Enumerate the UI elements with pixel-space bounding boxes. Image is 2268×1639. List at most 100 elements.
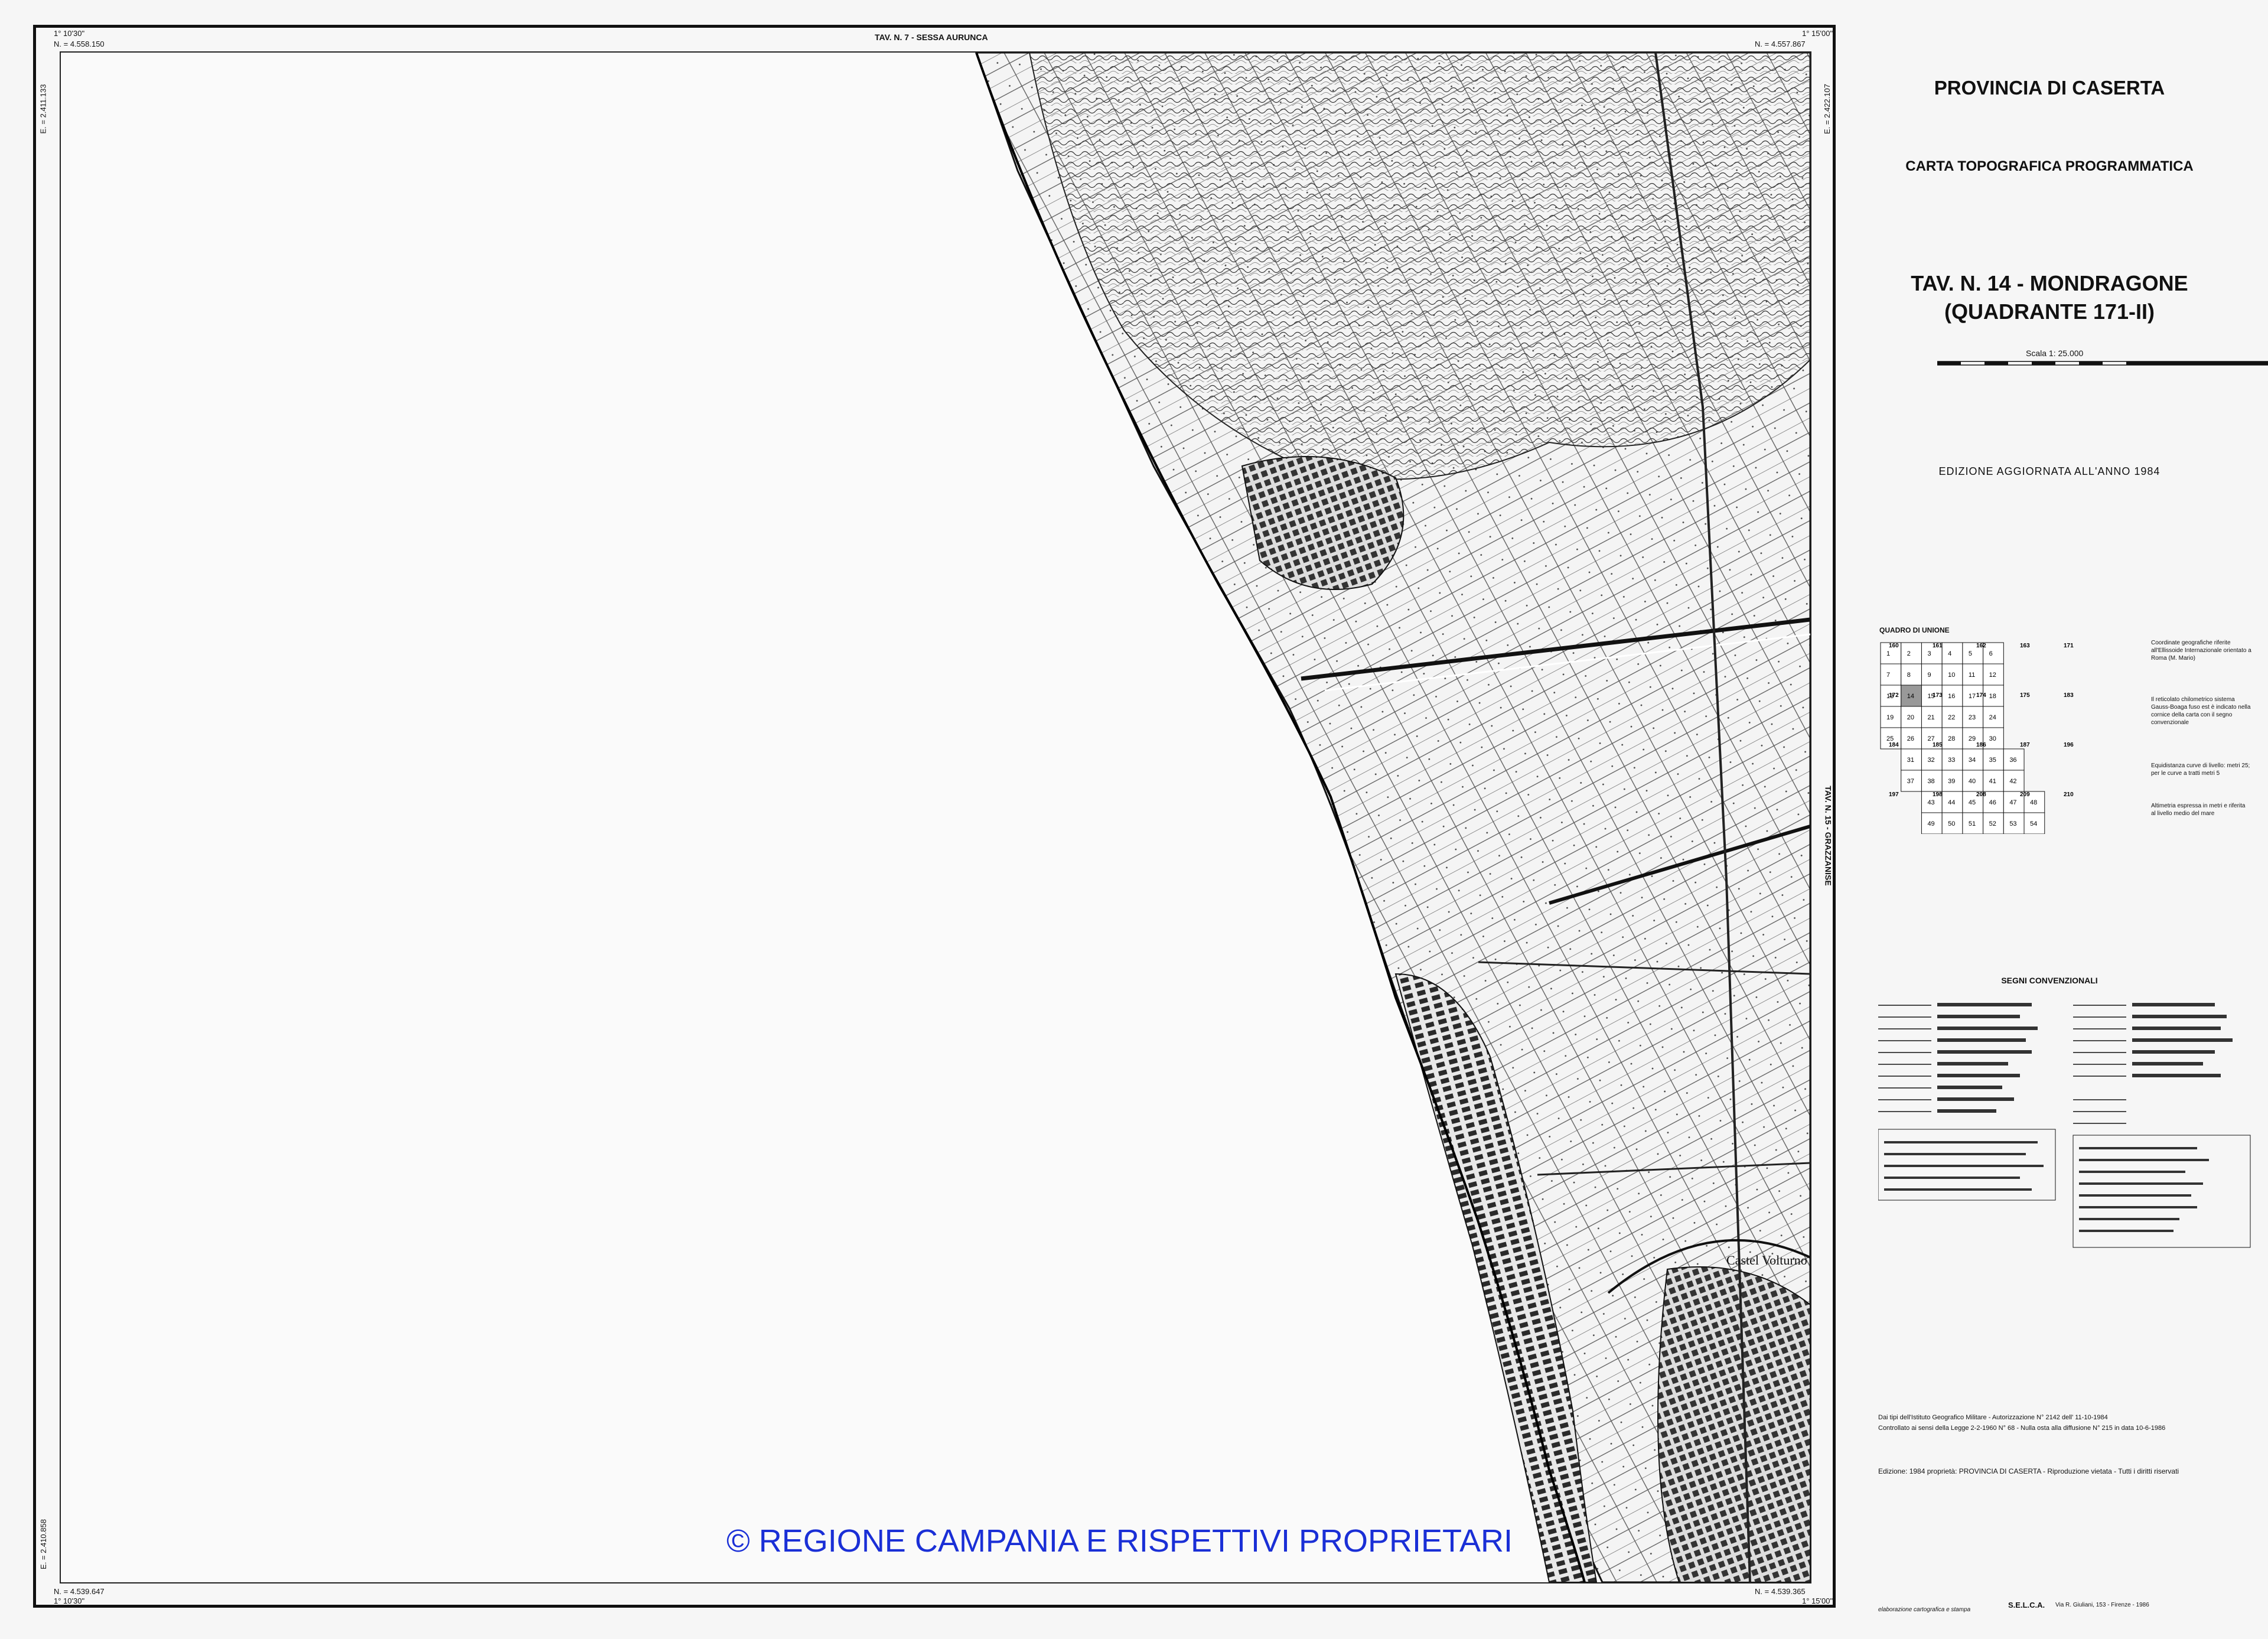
- quadro-cell-label: 48: [2030, 799, 2037, 806]
- credit-igm: Dai tipi dell'Istituto Geografico Milita…: [1878, 1414, 2108, 1421]
- quadro-cell-label: 10: [1948, 672, 1955, 679]
- quadro-cell-label: 1: [1886, 650, 1890, 657]
- credit-law: Controllato ai sensi della Legge 2-2-196…: [1878, 1425, 2166, 1432]
- quadro-sheet-label: 173: [1933, 692, 1943, 699]
- quadro-cell-label: 50: [1948, 820, 1955, 827]
- elaboration-note: elaborazione cartografica e stampa: [1878, 1607, 1971, 1613]
- quadro-sheet-label: 187: [2020, 742, 2030, 748]
- castel-volturno-area: [1657, 1266, 1810, 1582]
- map-frame: TAV. N. 7 - SESSA AURUNCA N. = 4.558.150…: [33, 25, 1836, 1608]
- quadro-di-unione-grid: 1 2 3 4 5 67 8 9 10 11 1213 14 15 16 17 1819 20 21 22 23 242…: [1880, 642, 2074, 834]
- quadro-cell-label: 33: [1948, 757, 1955, 764]
- quadro-cell-label: 43: [1927, 799, 1934, 806]
- quadro-cell-label: 54: [2030, 820, 2037, 827]
- quadro-cell-label: 41: [1989, 778, 1996, 785]
- quadro-cell-label: 26: [1907, 735, 1914, 742]
- quadro-cell: [1983, 642, 2004, 664]
- quadro-cell-label: 17: [1969, 693, 1976, 700]
- quadro-sheet-label: 162: [1976, 643, 1986, 649]
- quadro-cell-label: 14: [1907, 693, 1914, 700]
- quadro-cell: [1880, 663, 1902, 686]
- quadro-sheet-label: 172: [1889, 692, 1899, 699]
- quadro-cell-label: 32: [1927, 757, 1934, 764]
- quadro-sheet-label: 174: [1976, 692, 1986, 699]
- coord-corner-br: 1° 15'00": [1802, 1596, 1833, 1605]
- quadro-cell-label: 9: [1927, 672, 1931, 679]
- printer-address: Via R. Giuliani, 153 - Firenze - 1986: [2055, 1602, 2149, 1608]
- quadro-cell: [1941, 642, 1963, 664]
- legend-note-coordinates: Coordinate geografiche riferite all'Elli…: [2151, 640, 2251, 662]
- quadro-cell-label: 37: [1907, 778, 1914, 785]
- quadro-cell-label: 42: [2009, 778, 2016, 785]
- quadro-cell-label: 31: [1907, 757, 1914, 764]
- quadro-sheet-label: 209: [2020, 791, 2030, 798]
- scale-label: Scala 1: 25.000: [2026, 348, 2084, 358]
- coord-south-left: N. = 4.539.647: [54, 1587, 105, 1596]
- edge-label-east: TAV. N. 15 - GRAZZANISE: [1823, 786, 1833, 886]
- quadro-di-unione-title: QUADRO DI UNIONE: [1879, 626, 1950, 634]
- quadro-sheet-label: 184: [1889, 742, 1899, 748]
- quadro-sheet-label: 183: [2064, 692, 2074, 699]
- quadro-cell-label: 53: [2009, 820, 2016, 827]
- scale-bar: [1937, 361, 2268, 366]
- edition-ownership: Edizione: 1984 proprietà: PROVINCIA DI C…: [1878, 1467, 2179, 1475]
- quadro-cell: [1901, 663, 1922, 686]
- quadro-cell-label: 52: [1989, 820, 1996, 827]
- quadro-cell-label: 30: [1989, 735, 1996, 742]
- quadro-cell-label: 11: [1969, 672, 1975, 679]
- quadro-cell: [1921, 663, 1943, 686]
- legend-note-grid: Il reticolato chilometrico sistema Gauss…: [2151, 696, 2251, 726]
- quadro-cell-label: 29: [1969, 735, 1976, 742]
- edge-label-north: TAV. N. 7 - SESSA AURUNCA: [875, 32, 988, 42]
- quadro-sheet-label: 197: [1889, 791, 1899, 798]
- sheet-title: TAV. N. 14 - MONDRAGONE (QUADRANTE 171-I…: [1843, 269, 2256, 326]
- quadro-sheet-label: 208: [1976, 791, 1986, 798]
- legend-panel: PROVINCIA DI CASERTA CARTA TOPOGRAFICA P…: [1843, 25, 2268, 1613]
- quadro-cell-label: 7: [1886, 672, 1890, 679]
- quadro-cell-label: 5: [1969, 650, 1972, 657]
- quadro-sheet-label: 198: [1933, 791, 1943, 798]
- copyright-notice: © REGIONE CAMPANIA E RISPETTIVI PROPRIET…: [726, 1523, 1513, 1559]
- coord-west-top: E. = 2.411.133: [38, 84, 48, 134]
- quadro-cell-label: 49: [1927, 820, 1934, 827]
- place-label-castel-volturno: Castel Volturno: [1726, 1253, 1807, 1267]
- sheet-title-line2: (QUADRANTE 171-II): [1944, 299, 2155, 324]
- legend-note-contours: Equidistanza curve di livello: metri 25;…: [2151, 763, 2250, 777]
- quadro-cell-label: 39: [1948, 778, 1955, 785]
- topographic-map: Castel Volturno: [61, 53, 1810, 1582]
- quadro-cell-label: 3: [1927, 650, 1931, 657]
- edition-note: EDIZIONE AGGIORNATA ALL'ANNO 1984: [1938, 465, 2161, 477]
- quadro-sheet-label: 163: [2020, 643, 2030, 649]
- quadro-cell-label: 21: [1927, 714, 1934, 721]
- quadro-cell-label: 16: [1948, 693, 1955, 700]
- coord-corner-bl: 1° 10'30": [54, 1596, 85, 1605]
- map-sheet: TAV. N. 7 - SESSA AURUNCA N. = 4.558.150…: [0, 0, 2268, 1639]
- quadro-cell-label: 8: [1907, 672, 1911, 679]
- quadro-sheet-label: 175: [2020, 692, 2030, 699]
- coord-east-top: E. = 2.422.107: [1822, 84, 1832, 134]
- quadro-cell-label: 22: [1948, 714, 1955, 721]
- quadro-cell: [1901, 642, 1922, 664]
- sheet-title-line1: TAV. N. 14 - MONDRAGONE: [1911, 271, 2188, 295]
- quadro-cell-label: 23: [1969, 714, 1976, 721]
- quadro-cell-label: 2: [1907, 650, 1911, 657]
- coord-north-right: N. = 4.557.867: [1755, 40, 1806, 48]
- quadro-cell-label: 18: [1989, 693, 1996, 700]
- quadro-cell-label: 36: [2009, 757, 2016, 764]
- quadro-sheet-label: 161: [1933, 643, 1943, 649]
- coord-west-bottom: E. = 2.410.858: [38, 1519, 48, 1569]
- quadro-cell-label: 4: [1948, 650, 1951, 657]
- quadro-cell-label: 28: [1948, 735, 1955, 742]
- quadro-sheet-label: 210: [2064, 791, 2074, 798]
- map-content[interactable]: Castel Volturno: [60, 51, 1811, 1583]
- quadro-cell-label: 46: [1989, 799, 1996, 806]
- printer-name: S.E.L.C.A.: [2008, 1601, 2045, 1609]
- quadro-cell-label: 6: [1989, 650, 1993, 657]
- province-title: PROVINCIA DI CASERTA: [1934, 77, 2165, 99]
- quadro-cell-label: 51: [1969, 820, 1976, 827]
- conventional-signs: [1878, 1003, 2251, 1248]
- quadro-cell-label: 35: [1989, 757, 1996, 764]
- quadro-cell-label: 12: [1989, 672, 1996, 679]
- quadro-cell-label: 20: [1907, 714, 1914, 721]
- quadro-sheet-label: 196: [2064, 742, 2074, 748]
